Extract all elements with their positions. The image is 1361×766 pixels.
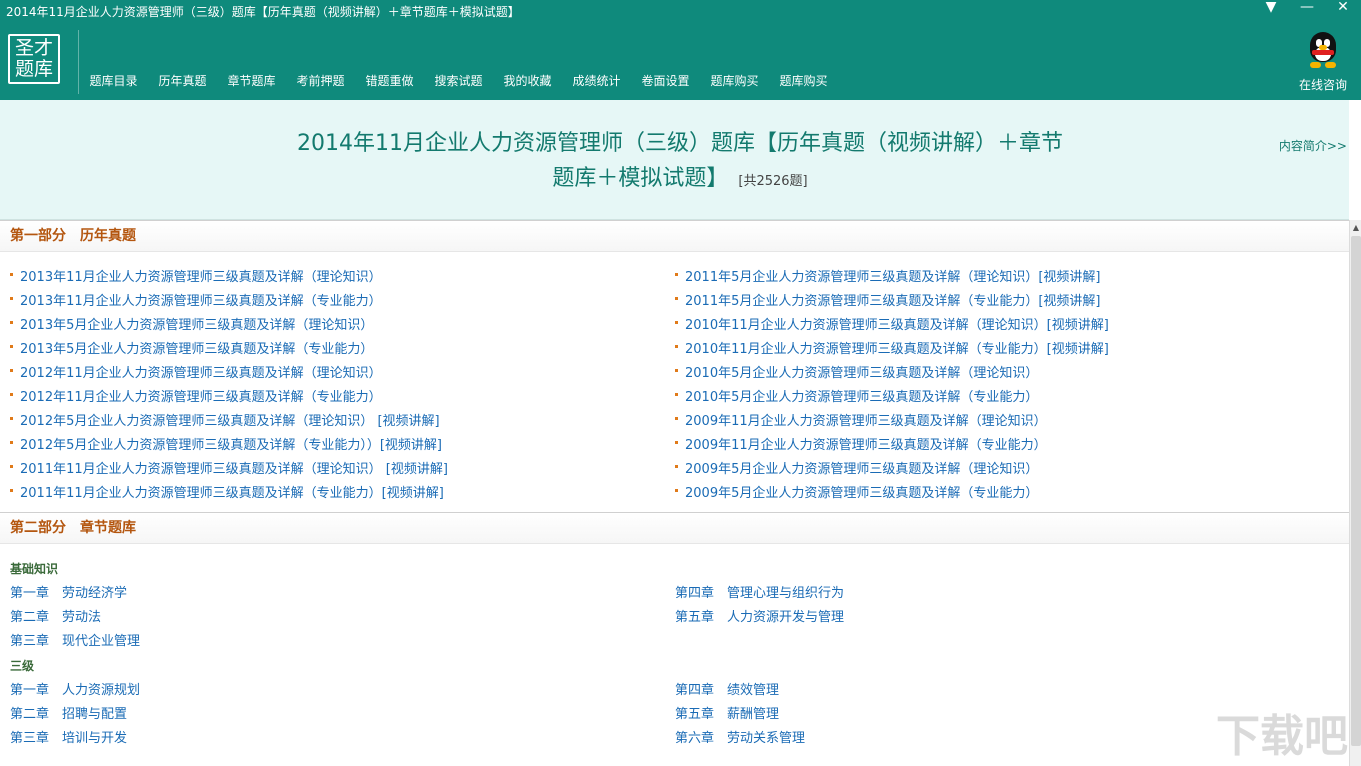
section-past-exams-header: 第一部分 历年真题 xyxy=(0,220,1349,252)
intro-link[interactable]: 内容简介>> xyxy=(1279,137,1347,154)
content-area: 第一部分 历年真题 2013年11月企业人力资源管理师三级真题及详解（理论知识）… xyxy=(0,220,1349,766)
exam-link[interactable]: 2009年11月企业人力资源管理师三级真题及详解（理论知识） xyxy=(675,410,1047,429)
app-logo: 圣才 题库 xyxy=(8,34,60,84)
chapter-link[interactable]: 第六章 劳动关系管理 xyxy=(675,727,805,746)
chapter-link[interactable]: 第二章 招聘与配置 xyxy=(10,703,127,722)
exam-link[interactable]: 2012年11月企业人力资源管理师三级真题及详解（理论知识） xyxy=(10,362,382,381)
chapter-link[interactable]: 第三章 培训与开发 xyxy=(10,727,127,746)
nav-item-favorites[interactable]: 我的收藏 xyxy=(493,72,562,89)
group-level3-title: 三级 xyxy=(10,659,35,673)
main-nav: 题库目录 历年真题 章节题库 考前押题 错题重做 搜索试题 我的收藏 成绩统计 … xyxy=(79,72,838,89)
chapter-link[interactable]: 第五章 人力资源开发与管理 xyxy=(675,606,844,625)
exam-link[interactable]: 2011年11月企业人力资源管理师三级真题及详解（专业能力）[视频讲解] xyxy=(10,482,444,501)
exam-link[interactable]: 2010年5月企业人力资源管理师三级真题及详解（理论知识） xyxy=(675,362,1038,381)
consult-label: 在线咨询 xyxy=(1298,78,1347,92)
nav-item-catalog[interactable]: 题库目录 xyxy=(79,72,148,89)
exam-link[interactable]: 2013年11月企业人力资源管理师三级真题及详解（理论知识） xyxy=(10,266,382,285)
chapter-link[interactable]: 第四章 绩效管理 xyxy=(675,679,779,698)
window-title: 2014年11月企业人力资源管理师（三级）题库【历年真题（视频讲解）＋章节题库＋… xyxy=(6,5,520,19)
menu-dropdown-icon[interactable]: ▼ xyxy=(1253,0,1289,16)
chapter-link[interactable]: 第一章 劳动经济学 xyxy=(10,582,127,601)
exam-link[interactable]: 2009年5月企业人力资源管理师三级真题及详解（理论知识） xyxy=(675,458,1038,477)
scroll-up-icon[interactable]: ▲ xyxy=(1351,222,1361,234)
section-chapter-bank-header: 第二部分 章节题库 xyxy=(0,512,1349,544)
window-titlebar: 2014年11月企业人力资源管理师（三级）题库【历年真题（视频讲解）＋章节题库＋… xyxy=(0,0,1361,24)
minimize-button[interactable]: — xyxy=(1289,0,1325,16)
page-title-line2-wrap: 题库＋模拟试题】 [共2526题] xyxy=(280,161,1080,199)
page-title: 2014年11月企业人力资源管理师（三级）题库【历年真题（视频讲解）＋章节 题库… xyxy=(280,126,1080,199)
nav-item-paper-settings[interactable]: 卷面设置 xyxy=(631,72,700,89)
exam-link[interactable]: 2011年5月企业人力资源管理师三级真题及详解（理论知识）[视频讲解] xyxy=(675,266,1101,285)
exam-link[interactable]: 2012年5月企业人力资源管理师三级真题及详解（理论知识） [视频讲解] xyxy=(10,410,440,429)
logo-line1: 圣才 xyxy=(14,37,53,59)
exam-link[interactable]: 2012年11月企业人力资源管理师三级真题及详解（专业能力） xyxy=(10,386,382,405)
question-count: [共2526题] xyxy=(738,174,808,189)
exam-link[interactable]: 2010年5月企业人力资源管理师三级真题及详解（专业能力） xyxy=(675,386,1038,405)
close-button[interactable]: ✕ xyxy=(1325,0,1361,16)
group-basic-knowledge-title: 基础知识 xyxy=(10,562,59,576)
title-banner: 2014年11月企业人力资源管理师（三级）题库【历年真题（视频讲解）＋章节 题库… xyxy=(0,100,1349,220)
online-consult-button[interactable]: 在线咨询 xyxy=(1297,32,1349,93)
exam-link[interactable]: 2009年11月企业人力资源管理师三级真题及详解（专业能力） xyxy=(675,434,1047,453)
main-toolbar: 圣才 题库 题库目录 历年真题 章节题库 考前押题 错题重做 搜索试题 我的收藏… xyxy=(0,24,1361,100)
nav-item-past-exams[interactable]: 历年真题 xyxy=(148,72,217,89)
exam-link[interactable]: 2012年5月企业人力资源管理师三级真题及详解（专业能力））[视频讲解] xyxy=(10,434,442,453)
nav-item-purchase[interactable]: 题库购买 xyxy=(700,72,769,89)
watermark-logo: 下载吧 xyxy=(1216,711,1348,762)
chapter-link[interactable]: 第四章 管理心理与组织行为 xyxy=(675,582,844,601)
nav-item-chapter-bank[interactable]: 章节题库 xyxy=(217,72,286,89)
nav-item-prediction[interactable]: 考前押题 xyxy=(286,72,355,89)
exam-link[interactable]: 2013年11月企业人力资源管理师三级真题及详解（专业能力） xyxy=(10,290,382,309)
exam-link[interactable]: 2009年5月企业人力资源管理师三级真题及详解（专业能力） xyxy=(675,482,1038,501)
chapter-link[interactable]: 第五章 薪酬管理 xyxy=(675,703,779,722)
vertical-scrollbar[interactable]: ▲ xyxy=(1349,220,1361,766)
nav-item-search[interactable]: 搜索试题 xyxy=(424,72,493,89)
logo-line2: 题库 xyxy=(14,58,53,80)
exam-link[interactable]: 2011年5月企业人力资源管理师三级真题及详解（专业能力）[视频讲解] xyxy=(675,290,1101,309)
exam-link[interactable]: 2013年5月企业人力资源管理师三级真题及详解（专业能力） xyxy=(10,338,373,357)
page-title-line2: 题库＋模拟试题】 xyxy=(552,166,729,191)
nav-item-purchase-2[interactable]: 题库购买 xyxy=(769,72,838,89)
chapter-link[interactable]: 第三章 现代企业管理 xyxy=(10,630,140,649)
nav-item-statistics[interactable]: 成绩统计 xyxy=(562,72,631,89)
chapter-link[interactable]: 第一章 人力资源规划 xyxy=(10,679,140,698)
page-title-line1: 2014年11月企业人力资源管理师（三级）题库【历年真题（视频讲解）＋章节 xyxy=(297,131,1063,156)
nav-item-redo-mistakes[interactable]: 错题重做 xyxy=(355,72,424,89)
scrollbar-thumb[interactable] xyxy=(1351,236,1361,746)
chapter-link[interactable]: 第二章 劳动法 xyxy=(10,606,101,625)
exam-link[interactable]: 2010年11月企业人力资源管理师三级真题及详解（理论知识）[视频讲解] xyxy=(675,314,1109,333)
exam-link[interactable]: 2010年11月企业人力资源管理师三级真题及详解（专业能力）[视频讲解] xyxy=(675,338,1109,357)
exam-link[interactable]: 2013年5月企业人力资源管理师三级真题及详解（理论知识） xyxy=(10,314,373,333)
exam-link[interactable]: 2011年11月企业人力资源管理师三级真题及详解（理论知识） [视频讲解] xyxy=(10,458,448,477)
qq-penguin-icon xyxy=(1306,32,1340,70)
window-controls: ▼ — ✕ xyxy=(1253,0,1361,20)
